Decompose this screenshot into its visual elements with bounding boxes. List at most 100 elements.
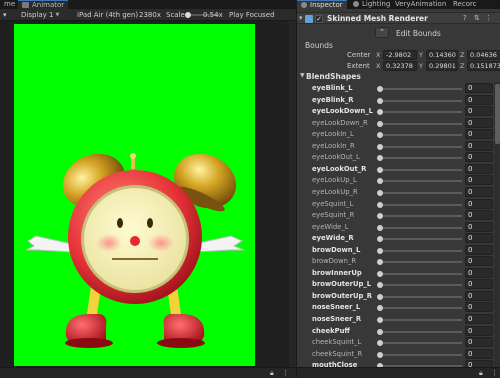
blendshape-slider-handle[interactable]: [377, 189, 383, 196]
help-icon[interactable]: ?: [463, 14, 467, 22]
blendshape-slider-handle[interactable]: [377, 305, 383, 312]
blendshape-value-field[interactable]: 0: [465, 83, 493, 93]
blendshape-value-field[interactable]: 0: [465, 106, 493, 117]
more-menu-icon[interactable]: ⋮: [491, 369, 498, 378]
blendshape-slider-track[interactable]: [380, 272, 462, 275]
blendshape-value-field[interactable]: 0: [465, 267, 493, 278]
blendshape-value-field[interactable]: 0: [465, 233, 493, 244]
tab-inspector[interactable]: Inspector: [297, 0, 347, 9]
blendshape-slider-track[interactable]: [380, 203, 462, 206]
tab-recorder[interactable]: Recorc: [449, 0, 481, 9]
blendshape-slider-track[interactable]: [380, 261, 462, 264]
blendshape-slider-track[interactable]: [380, 284, 462, 287]
blendshape-slider-track[interactable]: [380, 111, 462, 114]
blendshape-value-field[interactable]: 0: [465, 256, 493, 267]
blendshape-value-field[interactable]: 0: [465, 117, 493, 128]
blendshape-slider-track[interactable]: [380, 122, 462, 125]
blendshape-slider-track[interactable]: [380, 168, 462, 171]
blendshape-slider-handle[interactable]: [377, 201, 383, 208]
extent-y-field[interactable]: 0.29801: [426, 61, 458, 71]
blendshape-slider-handle[interactable]: [377, 143, 383, 150]
blendshape-slider-track[interactable]: [380, 191, 462, 194]
blendshape-value-field[interactable]: 0: [465, 198, 493, 209]
blendshape-slider-track[interactable]: [380, 145, 462, 148]
blendshape-slider-track[interactable]: [380, 249, 462, 252]
display-dropdown-arrow[interactable]: ▾: [3, 10, 7, 20]
blendshape-slider-track[interactable]: [380, 215, 462, 218]
blendshape-value-field[interactable]: 0: [465, 186, 493, 197]
lock-icon[interactable]: 🔒︎: [479, 369, 483, 378]
center-y-field[interactable]: 0.14360: [426, 50, 458, 60]
component-header[interactable]: ▾ ✓ Skinned Mesh Renderer ? ⇅ ⋮: [297, 12, 500, 24]
blendshape-slider-handle[interactable]: [377, 259, 383, 266]
blendshape-slider-handle[interactable]: [377, 224, 383, 231]
blendshape-value-field[interactable]: 0: [465, 221, 493, 232]
blendshape-value-field[interactable]: 0: [465, 302, 493, 313]
blendshape-slider-handle[interactable]: [377, 236, 383, 243]
blendshape-slider-handle[interactable]: [377, 247, 383, 254]
blendshape-slider-track[interactable]: [380, 342, 462, 345]
blendshape-value-field[interactable]: 0: [465, 163, 493, 174]
blendshape-value-field[interactable]: 0: [465, 314, 493, 324]
display-dropdown[interactable]: Display 1 ▼: [21, 10, 59, 20]
blendshape-slider-track[interactable]: [380, 295, 462, 298]
center-z-field[interactable]: 0.04636: [467, 50, 500, 60]
blendshape-value-field[interactable]: 0: [465, 279, 493, 290]
blendshape-slider-handle[interactable]: [377, 351, 383, 358]
blendshape-value-field[interactable]: 0: [465, 348, 493, 359]
blendshape-value-field[interactable]: 0: [465, 337, 493, 348]
more-menu-icon[interactable]: ⋮: [282, 369, 289, 378]
blendshape-value-field[interactable]: 0: [465, 140, 493, 151]
blendshape-slider-track[interactable]: [380, 157, 462, 160]
blendshape-slider-track[interactable]: [380, 330, 462, 333]
blendshape-slider-track[interactable]: [380, 238, 462, 241]
blendshape-value-field[interactable]: 0: [465, 175, 493, 186]
blendshape-slider-handle[interactable]: [377, 178, 383, 185]
blendshape-value-field[interactable]: 0: [465, 129, 493, 140]
tab-veryanimation[interactable]: VeryAnimation: [391, 0, 450, 9]
game-view-scrollbar[interactable]: [289, 21, 296, 367]
blendshape-slider-handle[interactable]: [377, 317, 383, 323]
blendshape-slider-handle[interactable]: [377, 293, 383, 300]
blendshape-slider-track[interactable]: [380, 134, 462, 137]
more-menu-icon[interactable]: ⋮: [485, 14, 492, 22]
extent-z-field[interactable]: 0.151873: [467, 61, 500, 71]
edit-bounds-button[interactable]: ⌃: [375, 27, 389, 38]
blendshape-value-field[interactable]: 0: [465, 152, 493, 163]
lock-icon[interactable]: 🔒︎: [270, 369, 274, 378]
blendshape-slider-handle[interactable]: [377, 166, 383, 173]
scale-slider-handle[interactable]: [185, 12, 191, 18]
tab-game[interactable]: me: [0, 0, 19, 9]
resolution-label[interactable]: 2380x: [139, 10, 161, 20]
blendshape-slider-track[interactable]: [380, 99, 462, 102]
tab-lighting[interactable]: Lighting: [349, 0, 394, 9]
blendshape-slider-handle[interactable]: [377, 340, 383, 347]
center-x-field[interactable]: -2.9802: [383, 50, 417, 60]
component-enabled-checkbox[interactable]: ✓: [315, 15, 323, 23]
blendshape-slider-track[interactable]: [380, 353, 462, 356]
preset-icon[interactable]: ⇅: [474, 14, 480, 22]
tab-animator[interactable]: Animator: [18, 0, 69, 9]
blendshape-slider-handle[interactable]: [377, 213, 383, 220]
blendshape-slider-handle[interactable]: [377, 132, 383, 139]
inspector-scrollbar-thumb[interactable]: [495, 84, 500, 144]
blendshape-slider-track[interactable]: [380, 307, 462, 310]
blendshape-value-field[interactable]: 0: [465, 325, 493, 336]
blendshape-slider-handle[interactable]: [377, 97, 383, 104]
blendshape-slider-handle[interactable]: [377, 328, 383, 335]
blendshapes-foldout[interactable]: ▼ BlendShapes: [297, 71, 500, 82]
play-mode-dropdown[interactable]: Play Focused: [229, 10, 275, 20]
blendshape-slider-handle[interactable]: [377, 120, 383, 127]
blendshape-slider-track[interactable]: [380, 180, 462, 183]
blendshape-slider-handle[interactable]: [377, 86, 383, 92]
blendshape-slider-track[interactable]: [380, 88, 462, 90]
blendshape-slider-handle[interactable]: [377, 109, 383, 116]
blendshape-slider-handle[interactable]: [377, 270, 383, 277]
blendshape-slider-track[interactable]: [380, 226, 462, 229]
blendshape-value-field[interactable]: 0: [465, 244, 493, 255]
device-dropdown[interactable]: iPad Air (4th gen): [77, 10, 138, 20]
blendshape-slider-handle[interactable]: [377, 282, 383, 289]
game-viewport[interactable]: [14, 24, 255, 366]
extent-x-field[interactable]: 0.32378: [383, 61, 417, 71]
blendshape-value-field[interactable]: 0: [465, 210, 493, 221]
